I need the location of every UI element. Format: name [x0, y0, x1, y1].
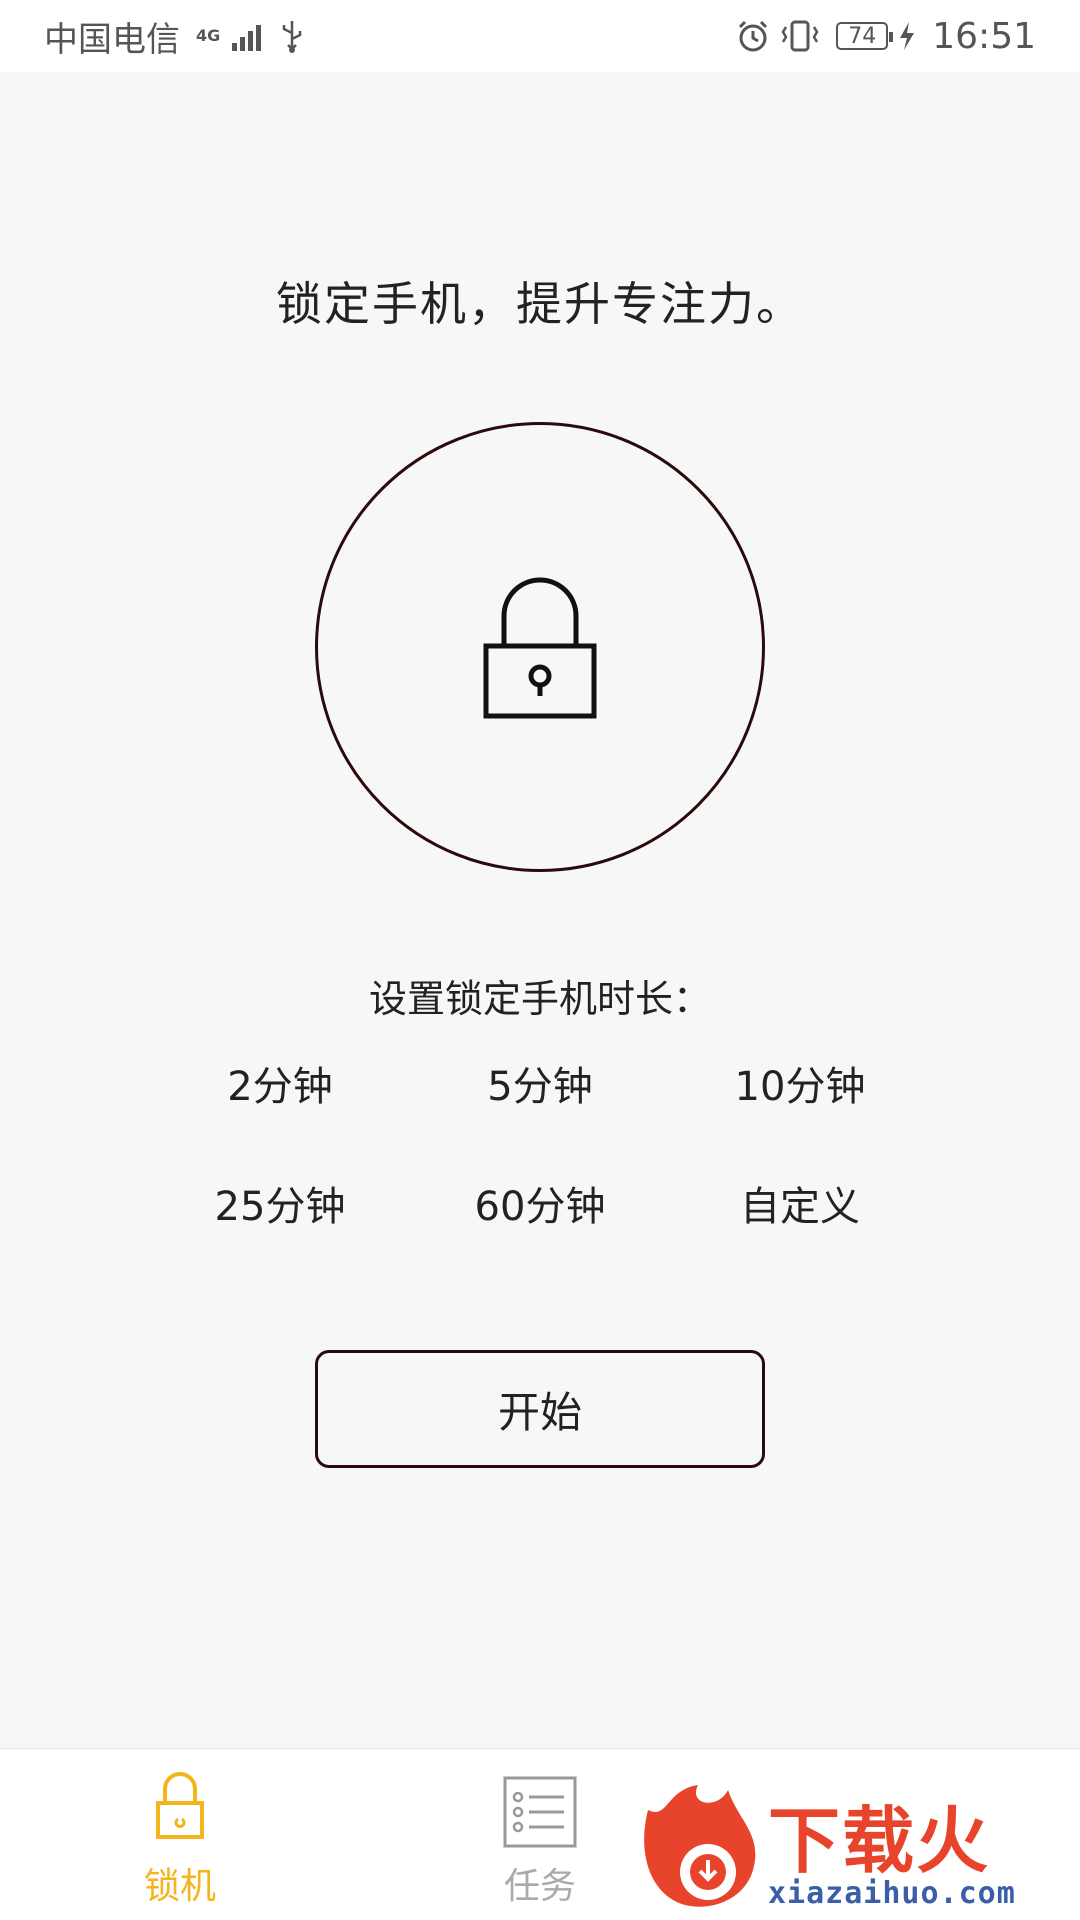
- nav-item-lock-label: 锁机: [143, 1866, 216, 1907]
- watermark-logo: 下载火 xiazaihuo.com: [638, 1780, 1080, 1920]
- padlock-icon: [483, 577, 597, 719]
- task-list-icon: [503, 1776, 577, 1848]
- watermark-text: 下载火: [768, 1799, 991, 1883]
- signal-icon: [232, 25, 262, 51]
- duration-option-25min[interactable]: 25分钟: [180, 1174, 380, 1232]
- duration-option-custom[interactable]: 自定义: [700, 1174, 900, 1232]
- duration-option-60min[interactable]: 60分钟: [440, 1174, 640, 1232]
- duration-option-5min[interactable]: 5分钟: [440, 1054, 640, 1112]
- network-type: 4G: [196, 26, 221, 45]
- flame-logo-icon: [644, 1785, 756, 1907]
- duration-option-2min[interactable]: 2分钟: [180, 1054, 380, 1112]
- page-headline: 锁定手机，提升专注力。: [276, 277, 804, 331]
- vibrate-icon: [781, 20, 819, 52]
- usb-icon: [283, 21, 302, 53]
- status-bar: 中国电信 4G 74 16:51: [0, 0, 1080, 72]
- nav-item-task[interactable]: 任务: [440, 1749, 640, 1920]
- watermark-url: xiazaihuo.com: [768, 1876, 1016, 1911]
- lock-illustration: [315, 422, 765, 872]
- nav-item-task-label: 任务: [503, 1866, 576, 1907]
- nav-item-lock[interactable]: 锁机: [80, 1749, 280, 1920]
- lock-icon: [156, 1772, 204, 1839]
- battery-indicator: 74: [836, 22, 894, 50]
- carrier-name: 中国电信: [44, 19, 180, 60]
- status-time: 16:51: [932, 15, 1036, 57]
- duration-title: 设置锁定手机时长：: [368, 977, 711, 1021]
- status-right: 74 16:51: [736, 16, 1036, 57]
- lock-screen: 中国电信 4G 74 16:51 锁定手机，提升专注力。 设置锁定手机时长： 2…: [0, 0, 1080, 1920]
- duration-option-10min[interactable]: 10分钟: [700, 1054, 900, 1112]
- start-button[interactable]: 开始: [315, 1350, 765, 1468]
- alarm-icon: [739, 20, 768, 52]
- status-left: 中国电信 4G: [44, 12, 306, 61]
- charging-icon: [900, 22, 915, 50]
